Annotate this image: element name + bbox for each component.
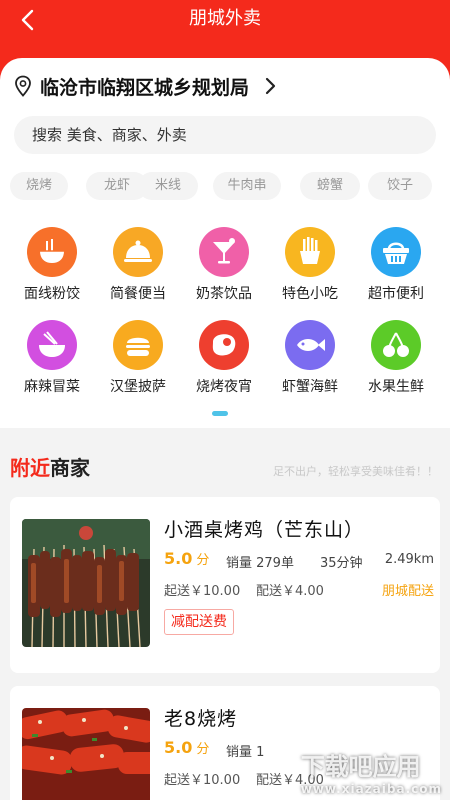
watermark-text: 下载吧应用 bbox=[300, 753, 421, 781]
noodle-bowl-icon bbox=[27, 227, 77, 277]
rating-value: 5.0 bbox=[164, 738, 193, 757]
shop-thumbnail bbox=[22, 519, 150, 647]
delivery-provider: 朋城配送 bbox=[381, 584, 434, 599]
delivery-time: 35分钟 bbox=[320, 556, 363, 571]
category-drinks[interactable]: 奶茶饮品 bbox=[181, 227, 267, 313]
category-label: 简餐便当 bbox=[110, 286, 166, 302]
category-label: 烧烤夜宵 bbox=[196, 379, 252, 395]
promo-badge: 减配送费 bbox=[164, 609, 234, 635]
hot-tag[interactable]: 螃蟹 bbox=[300, 172, 360, 200]
cocktail-icon bbox=[199, 227, 249, 277]
category-burger[interactable]: 汉堡披萨 bbox=[95, 320, 181, 406]
hot-tag[interactable]: 烧烤 bbox=[10, 172, 68, 200]
shop-sales: 销量 279单 bbox=[226, 556, 294, 571]
location-text: 临沧市临翔区城乡规划局 bbox=[40, 76, 250, 99]
shop-distance: 2.49km bbox=[384, 552, 434, 567]
category-supermarket[interactable]: 超市便利 bbox=[353, 227, 439, 313]
delivery-fee: 配送￥4.00 bbox=[256, 584, 324, 599]
section-title: 附近商家 bbox=[10, 452, 90, 481]
shop-card[interactable]: 小酒桌烤鸡（芒东山） 5.0 分 销量 279单 35分钟 2.49km 起送￥1… bbox=[10, 497, 440, 673]
category-label: 特色小吃 bbox=[282, 286, 338, 302]
search-input[interactable]: 搜索 美食、商家、外卖 bbox=[14, 116, 436, 154]
watermark-url: www.xiazaiba.com bbox=[300, 782, 442, 796]
cherry-icon bbox=[371, 320, 421, 370]
rating-value: 5.0 bbox=[164, 549, 193, 568]
shop-sales: 销量 1 bbox=[226, 745, 265, 760]
rating-unit: 分 bbox=[196, 553, 210, 568]
page-title: 朋城外卖 bbox=[189, 8, 261, 29]
food-cloche-icon bbox=[113, 227, 163, 277]
section-title-highlight: 附近 bbox=[10, 456, 50, 480]
category-spicy[interactable]: 麻辣冒菜 bbox=[9, 320, 95, 406]
basket-icon bbox=[371, 227, 421, 277]
shop-rating: 5.0 分 bbox=[164, 549, 209, 568]
section-subtitle: 足不出户，轻松享受美味佳肴！！ bbox=[273, 465, 438, 478]
category-label: 水果生鲜 bbox=[368, 379, 424, 395]
page-indicator bbox=[212, 411, 228, 416]
category-label: 超市便利 bbox=[368, 286, 424, 302]
hot-tags: 烧烤 龙虾 米线 牛肉串 螃蟹 饺子 bbox=[10, 172, 440, 200]
shop-name: 小酒桌烤鸡（芒东山） bbox=[164, 519, 365, 541]
min-order-price: 起送￥10.00 bbox=[164, 584, 241, 599]
shop-rating: 5.0 分 bbox=[164, 738, 209, 757]
fries-icon bbox=[285, 227, 335, 277]
category-label: 奶茶饮品 bbox=[196, 286, 252, 302]
rating-unit: 分 bbox=[196, 742, 210, 757]
fish-icon bbox=[285, 320, 335, 370]
hot-tag[interactable]: 饺子 bbox=[368, 172, 432, 200]
category-label: 面线粉饺 bbox=[24, 286, 80, 302]
location-selector[interactable]: 临沧市临翔区城乡规划局 bbox=[14, 72, 279, 100]
category-noodles[interactable]: 面线粉饺 bbox=[9, 227, 95, 313]
search-placeholder: 搜索 美食、商家、外卖 bbox=[32, 126, 187, 144]
category-bento[interactable]: 简餐便当 bbox=[95, 227, 181, 313]
steak-icon bbox=[199, 320, 249, 370]
chevron-right-icon bbox=[265, 77, 276, 95]
category-label: 麻辣冒菜 bbox=[24, 379, 80, 395]
hot-tag[interactable]: 牛肉串 bbox=[213, 172, 281, 200]
category-bbq[interactable]: 烧烤夜宵 bbox=[181, 320, 267, 406]
category-snacks[interactable]: 特色小吃 bbox=[267, 227, 353, 313]
watermark: 下载吧应用 www.xiazaiba.com bbox=[301, 747, 442, 796]
category-fruit[interactable]: 水果生鲜 bbox=[353, 320, 439, 406]
section-title-rest: 商家 bbox=[50, 456, 90, 480]
min-order-price: 起送￥10.00 bbox=[164, 773, 241, 788]
shop-thumbnail bbox=[22, 708, 150, 800]
location-pin-icon bbox=[15, 75, 31, 97]
category-label: 汉堡披萨 bbox=[110, 379, 166, 395]
burger-icon bbox=[113, 320, 163, 370]
hotpot-bowl-icon bbox=[27, 320, 77, 370]
shop-name: 老8烧烤 bbox=[164, 708, 238, 730]
category-seafood[interactable]: 虾蟹海鲜 bbox=[267, 320, 353, 406]
hot-tag[interactable]: 米线 bbox=[138, 172, 198, 200]
category-label: 虾蟹海鲜 bbox=[282, 379, 338, 395]
